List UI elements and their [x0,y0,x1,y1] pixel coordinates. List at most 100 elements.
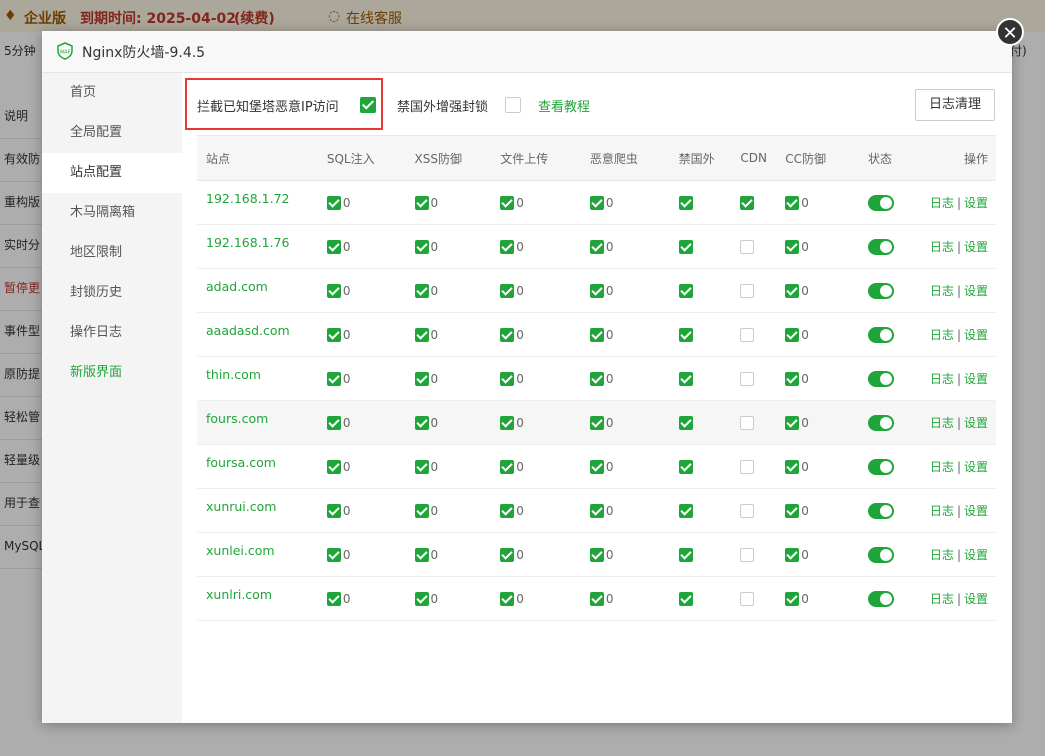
log-link[interactable]: 日志 [930,284,954,298]
cc-defense-checkbox[interactable] [785,195,800,210]
cdn-checkbox[interactable] [740,547,755,562]
ban-foreign-site-checkbox[interactable] [678,195,693,210]
status-toggle[interactable] [868,502,894,519]
site-link[interactable]: thin.com [206,367,261,382]
site-link[interactable]: xunrui.com [206,499,276,514]
cc-defense-checkbox[interactable] [785,239,800,254]
file-upload-checkbox[interactable] [500,239,515,254]
cdn-checkbox[interactable] [740,415,755,430]
site-link[interactable]: adad.com [206,279,268,294]
cdn-checkbox[interactable] [740,459,755,474]
site-link[interactable]: foursa.com [206,455,276,470]
log-link[interactable]: 日志 [930,328,954,342]
malicious-spider-checkbox[interactable] [589,327,604,342]
xss-defense-checkbox[interactable] [414,591,429,606]
status-toggle[interactable] [868,590,894,607]
cdn-checkbox[interactable] [740,503,755,518]
ban-foreign-site-checkbox[interactable] [678,415,693,430]
cc-defense-checkbox[interactable] [785,591,800,606]
file-upload-checkbox[interactable] [500,283,515,298]
status-toggle[interactable] [868,194,894,211]
cc-defense-checkbox[interactable] [785,327,800,342]
sidebar-item-block-history[interactable]: 封锁历史 [42,273,182,313]
cdn-checkbox[interactable] [740,239,755,254]
ban-foreign-site-checkbox[interactable] [678,459,693,474]
status-toggle[interactable] [868,370,894,387]
cc-defense-checkbox[interactable] [785,547,800,562]
xss-defense-checkbox[interactable] [414,327,429,342]
log-link[interactable]: 日志 [930,240,954,254]
site-link[interactable]: fours.com [206,411,268,426]
ban-foreign-site-checkbox[interactable] [678,591,693,606]
settings-link[interactable]: 设置 [964,196,988,210]
sidebar-item-operation-log[interactable]: 操作日志 [42,313,182,353]
malicious-spider-checkbox[interactable] [589,283,604,298]
sql-injection-checkbox[interactable] [326,547,341,562]
ban-foreign-site-checkbox[interactable] [678,283,693,298]
ban-foreign-site-checkbox[interactable] [678,239,693,254]
log-link[interactable]: 日志 [930,592,954,606]
sql-injection-checkbox[interactable] [326,195,341,210]
settings-link[interactable]: 设置 [964,416,988,430]
xss-defense-checkbox[interactable] [414,415,429,430]
sql-injection-checkbox[interactable] [326,283,341,298]
file-upload-checkbox[interactable] [500,459,515,474]
site-link[interactable]: xunlri.com [206,587,272,602]
xss-defense-checkbox[interactable] [414,239,429,254]
sidebar-item-global-config[interactable]: 全局配置 [42,113,182,153]
settings-link[interactable]: 设置 [964,240,988,254]
file-upload-checkbox[interactable] [500,591,515,606]
sidebar-item-region-limit[interactable]: 地区限制 [42,233,182,273]
sql-injection-checkbox[interactable] [326,459,341,474]
sidebar-item-home[interactable]: 首页 [42,73,182,113]
settings-link[interactable]: 设置 [964,592,988,606]
cc-defense-checkbox[interactable] [785,415,800,430]
close-icon[interactable]: ✕ [996,18,1024,46]
cdn-checkbox[interactable] [740,327,755,342]
malicious-spider-checkbox[interactable] [589,371,604,386]
sql-injection-checkbox[interactable] [326,591,341,606]
block-malicious-ip-checkbox[interactable] [360,97,376,113]
view-tutorial-link[interactable]: 查看教程 [538,96,590,115]
settings-link[interactable]: 设置 [964,548,988,562]
xss-defense-checkbox[interactable] [414,503,429,518]
log-link[interactable]: 日志 [930,548,954,562]
cdn-checkbox[interactable] [740,371,755,386]
status-toggle[interactable] [868,546,894,563]
cdn-checkbox[interactable] [740,283,755,298]
cc-defense-checkbox[interactable] [785,503,800,518]
status-toggle[interactable] [868,326,894,343]
log-link[interactable]: 日志 [930,460,954,474]
xss-defense-checkbox[interactable] [414,371,429,386]
settings-link[interactable]: 设置 [964,460,988,474]
ban-foreign-site-checkbox[interactable] [678,503,693,518]
ban-foreign-site-checkbox[interactable] [678,547,693,562]
settings-link[interactable]: 设置 [964,372,988,386]
malicious-spider-checkbox[interactable] [589,195,604,210]
status-toggle[interactable] [868,238,894,255]
malicious-spider-checkbox[interactable] [589,503,604,518]
ban-foreign-site-checkbox[interactable] [678,327,693,342]
sidebar-item-site-config[interactable]: 站点配置 [42,153,182,193]
malicious-spider-checkbox[interactable] [589,239,604,254]
sidebar-item-trojan-quarantine[interactable]: 木马隔离箱 [42,193,182,233]
file-upload-checkbox[interactable] [500,371,515,386]
sql-injection-checkbox[interactable] [326,371,341,386]
settings-link[interactable]: 设置 [964,284,988,298]
sidebar-item-new-ui[interactable]: 新版界面 [42,353,182,393]
clear-log-button[interactable]: 日志清理 [915,89,995,121]
cc-defense-checkbox[interactable] [785,283,800,298]
xss-defense-checkbox[interactable] [414,195,429,210]
cc-defense-checkbox[interactable] [785,371,800,386]
ban-foreign-checkbox[interactable] [505,97,521,113]
site-link[interactable]: xunlei.com [206,543,275,558]
file-upload-checkbox[interactable] [500,547,515,562]
log-link[interactable]: 日志 [930,504,954,518]
cdn-checkbox[interactable] [740,591,755,606]
settings-link[interactable]: 设置 [964,504,988,518]
ban-foreign-site-checkbox[interactable] [678,371,693,386]
log-link[interactable]: 日志 [930,416,954,430]
malicious-spider-checkbox[interactable] [589,415,604,430]
site-link[interactable]: 192.168.1.72 [206,191,290,206]
sql-injection-checkbox[interactable] [326,503,341,518]
